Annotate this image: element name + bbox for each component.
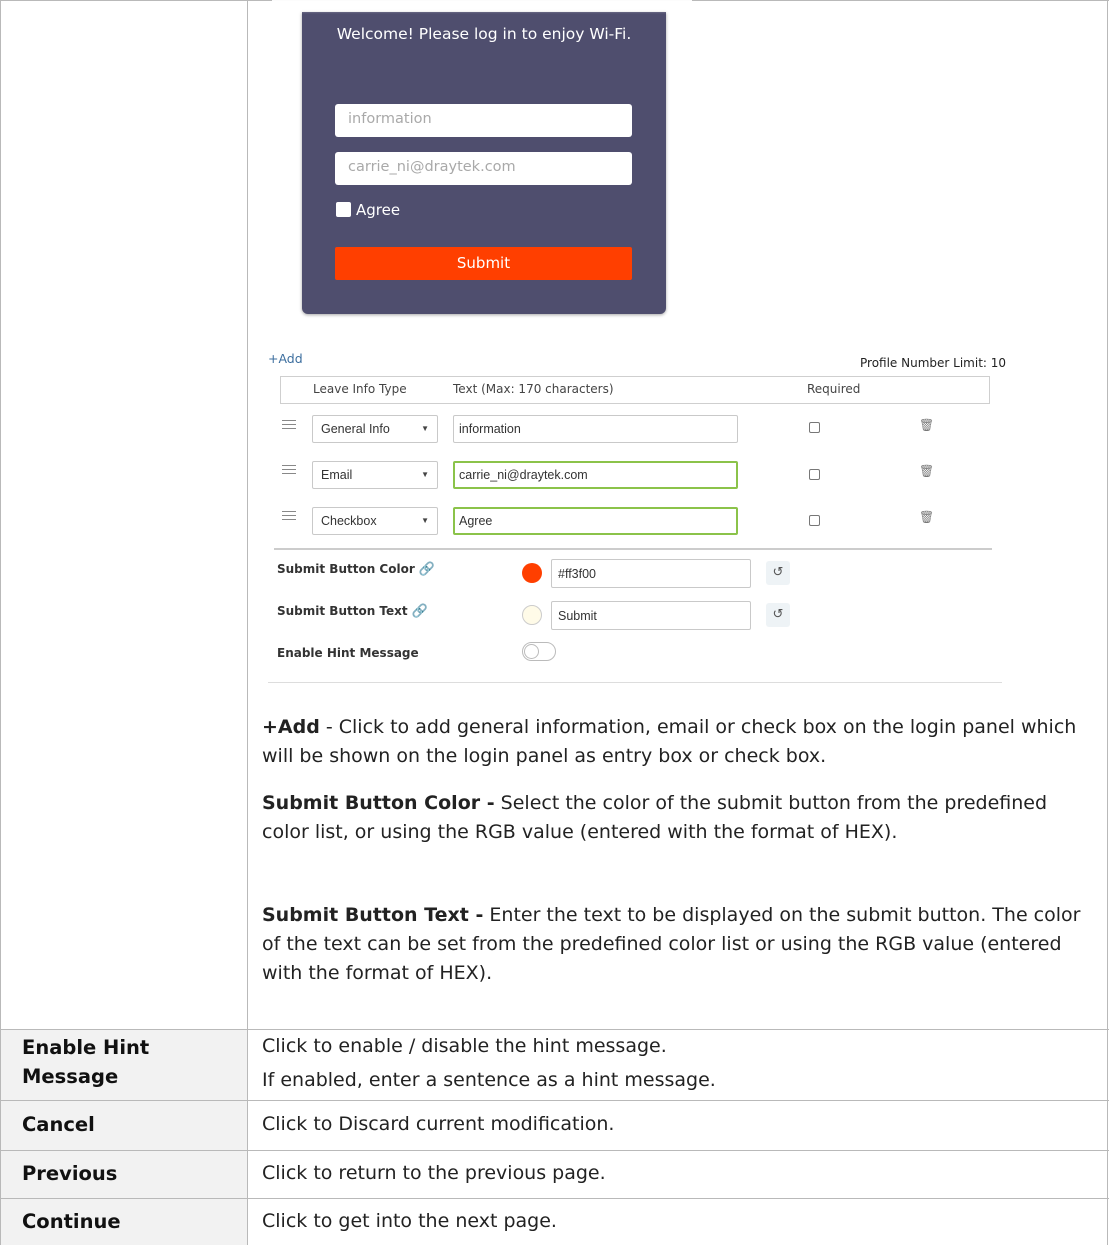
row-term-hint: Enable Hint Message: [22, 1036, 150, 1088]
hint-label: Enable Hint Message: [277, 646, 419, 660]
table-row-divider: [0, 1150, 1109, 1151]
trash-icon[interactable]: 🗑: [919, 418, 934, 432]
row-term-continue: Continue: [22, 1210, 121, 1233]
profile-limit: Profile Number Limit: 10: [860, 356, 1007, 370]
type-select[interactable]: General Info ▼: [312, 415, 438, 443]
drag-handle-icon[interactable]: [282, 511, 296, 523]
add-text: - Click to add general information, emai…: [262, 716, 1077, 767]
text-color-swatch[interactable]: [522, 605, 542, 625]
toggle-knob: [524, 644, 539, 659]
row-term-cancel: Cancel: [22, 1113, 95, 1136]
row-text-continue: Click to get into the next page.: [262, 1210, 557, 1232]
required-checkbox[interactable]: [809, 422, 820, 433]
section-divider: [274, 548, 992, 550]
row-text-hint-2: If enabled, enter a sentence as a hint m…: [262, 1069, 716, 1091]
link-icon: 🔗: [411, 604, 428, 619]
color-description: Submit Button Color - Select the color o…: [262, 789, 1092, 847]
table-border-right: [1107, 0, 1108, 1245]
drag-handle-icon[interactable]: [282, 420, 296, 432]
table-border-mid: [247, 0, 248, 1245]
submit-text-input[interactable]: Submit: [551, 601, 751, 630]
col-leave-info-type: Leave Info Type: [313, 382, 407, 396]
text-description: Submit Button Text - Enter the text to b…: [262, 901, 1092, 988]
caret-down-icon: ▼: [421, 470, 429, 479]
col-text: Text (Max: 170 characters): [453, 382, 614, 396]
trash-icon[interactable]: 🗑: [919, 464, 934, 478]
text-input[interactable]: carrie_ni@draytek.com: [453, 461, 738, 489]
welcome-message: Welcome! Please log in to enjoy Wi-Fi.: [336, 25, 632, 43]
table-row-divider: [0, 1198, 1109, 1199]
add-description: +Add - Click to add general information,…: [262, 713, 1092, 771]
info-input-preview[interactable]: information: [335, 104, 632, 137]
row-text-hint-1: Click to enable / disable the hint messa…: [262, 1035, 667, 1057]
type-select[interactable]: Email ▼: [312, 461, 438, 489]
submit-text-label: Submit Button Text 🔗: [277, 604, 428, 619]
submit-text-label-text: Submit Button Text: [277, 604, 408, 618]
table-border-left: [0, 0, 1, 1245]
reset-icon[interactable]: ↺: [766, 561, 790, 585]
agree-label: Agree: [356, 201, 401, 219]
row-term-previous: Previous: [22, 1162, 118, 1185]
submit-color-input[interactable]: #ff3f00: [551, 559, 751, 588]
submit-button-preview[interactable]: Submit: [335, 247, 632, 280]
trash-icon[interactable]: 🗑: [919, 510, 934, 524]
type-select-value: Checkbox: [321, 514, 377, 528]
email-input-preview[interactable]: carrie_ni@draytek.com: [335, 152, 632, 185]
caret-down-icon: ▼: [421, 516, 429, 525]
panel-top-fade: [272, 0, 692, 14]
type-select-value: General Info: [321, 422, 390, 436]
form-bottom-line: [268, 682, 1002, 683]
required-checkbox[interactable]: [809, 469, 820, 480]
table-row-divider: [0, 1029, 1109, 1030]
hint-toggle[interactable]: [522, 642, 556, 661]
text-term: Submit Button Text -: [262, 904, 484, 926]
table-row-divider: [0, 1100, 1109, 1101]
text-input[interactable]: Agree: [453, 507, 738, 535]
caret-down-icon: ▼: [421, 424, 429, 433]
type-select[interactable]: Checkbox ▼: [312, 507, 438, 535]
submit-color-label: Submit Button Color 🔗: [277, 562, 435, 577]
link-icon: 🔗: [418, 562, 435, 577]
add-term: +Add: [262, 716, 320, 738]
reset-icon[interactable]: ↺: [766, 603, 790, 627]
row-text-previous: Click to return to the previous page.: [262, 1162, 606, 1184]
required-checkbox[interactable]: [809, 515, 820, 526]
color-swatch[interactable]: [522, 563, 542, 583]
type-select-value: Email: [321, 468, 353, 482]
col-required: Required: [807, 382, 861, 396]
row-text-cancel: Click to Discard current modification.: [262, 1113, 615, 1135]
drag-handle-icon[interactable]: [282, 465, 296, 477]
color-term: Submit Button Color -: [262, 792, 495, 814]
agree-checkbox[interactable]: [336, 202, 351, 217]
submit-color-label-text: Submit Button Color: [277, 562, 415, 576]
text-input[interactable]: information: [453, 415, 738, 443]
add-link[interactable]: +Add: [268, 351, 303, 366]
